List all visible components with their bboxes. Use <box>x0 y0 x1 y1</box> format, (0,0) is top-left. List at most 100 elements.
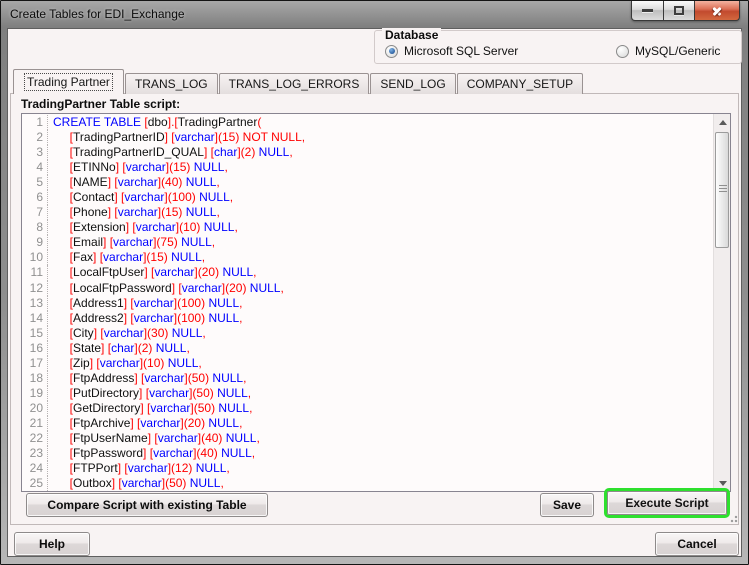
code-line: 14 [Address2] [varchar](100) NULL, <box>22 311 713 326</box>
line-number: 16 <box>22 341 48 356</box>
code-line: 5 [NAME] [varchar](40) NULL, <box>22 175 713 190</box>
code-text: [Phone] [varchar](15) NULL, <box>53 205 220 220</box>
code-line: 15 [City] [varchar](30) NULL, <box>22 326 713 341</box>
compare-script-button[interactable]: Compare Script with existing Table <box>26 493 268 517</box>
code-line: 11 [LocalFtpUser] [varchar](20) NULL, <box>22 265 713 280</box>
code-line: 1 CREATE TABLE [dbo].[TradingPartner( <box>22 115 713 130</box>
radio-mysql-generic[interactable]: MySQL/Generic <box>616 42 720 60</box>
radio-label: Microsoft SQL Server <box>404 44 518 58</box>
line-number: 25 <box>22 476 48 491</box>
radio-microsoft-sql-server[interactable]: Microsoft SQL Server <box>385 42 518 60</box>
code-line: 23 [FtpPassword] [varchar](40) NULL, <box>22 446 713 461</box>
line-number: 22 <box>22 431 48 446</box>
execute-script-button[interactable]: Execute Script <box>607 491 727 515</box>
line-number: 6 <box>22 190 48 205</box>
code-text: [Address2] [varchar](100) NULL, <box>53 311 242 326</box>
scroll-up-icon <box>719 120 727 125</box>
line-number: 24 <box>22 461 48 476</box>
scrollbar-thumb[interactable] <box>715 132 729 248</box>
code-line: 2 [TradingPartnerID] [varchar](15) NOT N… <box>22 130 713 145</box>
code-line: 22 [FtpUserName] [varchar](40) NULL, <box>22 431 713 446</box>
tab-trans-log[interactable]: TRANS_LOG <box>125 73 218 94</box>
cancel-button[interactable]: Cancel <box>655 532 739 556</box>
code-line: 4 [ETINNo] [varchar](15) NULL, <box>22 160 713 175</box>
close-icon <box>711 5 723 17</box>
line-number: 14 <box>22 311 48 326</box>
code-text: [Outbox] [varchar](50) NULL, <box>53 476 224 491</box>
code-text: [FtpPassword] [varchar](40) NULL, <box>53 446 255 461</box>
line-number: 10 <box>22 250 48 265</box>
window-title: Create Tables for EDI_Exchange <box>10 7 185 21</box>
title-bar[interactable]: Create Tables for EDI_Exchange <box>1 1 748 28</box>
database-radio-group: Microsoft SQL Server MySQL/Generic <box>375 42 741 60</box>
code-text: [TradingPartnerID] [varchar](15) NOT NUL… <box>53 130 305 145</box>
code-text: [ETINNo] [varchar](15) NULL, <box>53 160 228 175</box>
minimize-icon <box>642 9 653 12</box>
line-number: 15 <box>22 326 48 341</box>
line-number: 17 <box>22 356 48 371</box>
dialog-window: Create Tables for EDI_Exchange Database … <box>0 0 749 565</box>
tab-label: TRANS_LOG <box>135 77 208 91</box>
code-line: 18 [FtpAddress] [varchar](50) NULL, <box>22 371 713 386</box>
code-text: [City] [varchar](30) NULL, <box>53 326 206 341</box>
scroll-up-button[interactable] <box>714 114 731 130</box>
resize-grip-icon[interactable] <box>728 513 738 523</box>
code-text: [FtpArchive] [varchar](20) NULL, <box>53 416 242 431</box>
tab-label: Trading Partner <box>25 74 112 90</box>
vertical-scrollbar[interactable] <box>713 114 730 491</box>
tab-label: COMPANY_SETUP <box>467 77 573 91</box>
line-number: 23 <box>22 446 48 461</box>
code-text: [LocalFtpUser] [varchar](20) NULL, <box>53 265 256 280</box>
code-line: 16 [State] [char](2) NULL, <box>22 341 713 356</box>
code-text: [PutDirectory] [varchar](50) NULL, <box>53 386 251 401</box>
line-number: 3 <box>22 145 48 160</box>
code-text: [FtpUserName] [varchar](40) NULL, <box>53 431 260 446</box>
line-number: 11 <box>22 265 48 280</box>
code-line: 24 [FTPPort] [varchar](12) NULL, <box>22 461 713 476</box>
code-text: [TradingPartnerID_QUAL] [char](2) NULL, <box>53 145 293 160</box>
line-number: 19 <box>22 386 48 401</box>
code-line: 20 [GetDirectory] [varchar](50) NULL, <box>22 401 713 416</box>
code-text: [GetDirectory] [varchar](50) NULL, <box>53 401 252 416</box>
line-number: 4 <box>22 160 48 175</box>
code-text: [Zip] [varchar](10) NULL, <box>53 356 202 371</box>
code-text: [FtpAddress] [varchar](50) NULL, <box>53 371 246 386</box>
scrollbar-grip-icon <box>719 185 727 194</box>
tab-send-log[interactable]: SEND_LOG <box>370 73 455 94</box>
database-groupbox-legend: Database <box>382 28 441 42</box>
tab-strip: Trading Partner TRANS_LOG TRANS_LOG_ERRORS… <box>13 69 584 94</box>
code-line: 12 [LocalFtpPassword] [varchar](20) NULL… <box>22 281 713 296</box>
code-text: [LocalFtpPassword] [varchar](20) NULL, <box>53 281 284 296</box>
code-line: 9 [Email] [varchar](75) NULL, <box>22 235 713 250</box>
line-number: 9 <box>22 235 48 250</box>
maximize-button[interactable] <box>664 1 695 21</box>
save-button[interactable]: Save <box>540 493 594 517</box>
help-button[interactable]: Help <box>14 532 90 556</box>
line-number: 20 <box>22 401 48 416</box>
radio-circle-icon <box>385 45 398 58</box>
line-number: 7 <box>22 205 48 220</box>
sql-script-editor[interactable]: 1 CREATE TABLE [dbo].[TradingPartner(2 [T… <box>21 113 731 492</box>
line-number: 21 <box>22 416 48 431</box>
radio-label: MySQL/Generic <box>635 44 720 58</box>
scroll-down-icon <box>719 481 727 486</box>
code-text: CREATE TABLE [dbo].[TradingPartner( <box>53 115 261 130</box>
code-line: 19 [PutDirectory] [varchar](50) NULL, <box>22 386 713 401</box>
minimize-button[interactable] <box>631 1 664 21</box>
radio-circle-icon <box>616 45 629 58</box>
tab-label: SEND_LOG <box>380 77 445 91</box>
tab-trans-log-errors[interactable]: TRANS_LOG_ERRORS <box>219 73 370 94</box>
tab-company-setup[interactable]: COMPANY_SETUP <box>457 73 583 94</box>
code-line: 6 [Contact] [varchar](100) NULL, <box>22 190 713 205</box>
code-line: 21 [FtpArchive] [varchar](20) NULL, <box>22 416 713 431</box>
code-lines: 1 CREATE TABLE [dbo].[TradingPartner(2 [T… <box>22 115 713 491</box>
tab-trading-partner[interactable]: Trading Partner <box>13 69 124 94</box>
line-number: 1 <box>22 115 48 130</box>
script-label: TradingPartner Table script: <box>21 97 180 111</box>
code-text: [Fax] [varchar](15) NULL, <box>53 250 205 265</box>
close-button[interactable] <box>695 1 740 21</box>
code-line: 3 [TradingPartnerID_QUAL] [char](2) NULL… <box>22 145 713 160</box>
database-groupbox: Database Microsoft SQL Server MySQL/Gener… <box>374 30 742 64</box>
code-text: [FTPPort] [varchar](12) NULL, <box>53 461 230 476</box>
maximize-icon <box>674 6 684 15</box>
